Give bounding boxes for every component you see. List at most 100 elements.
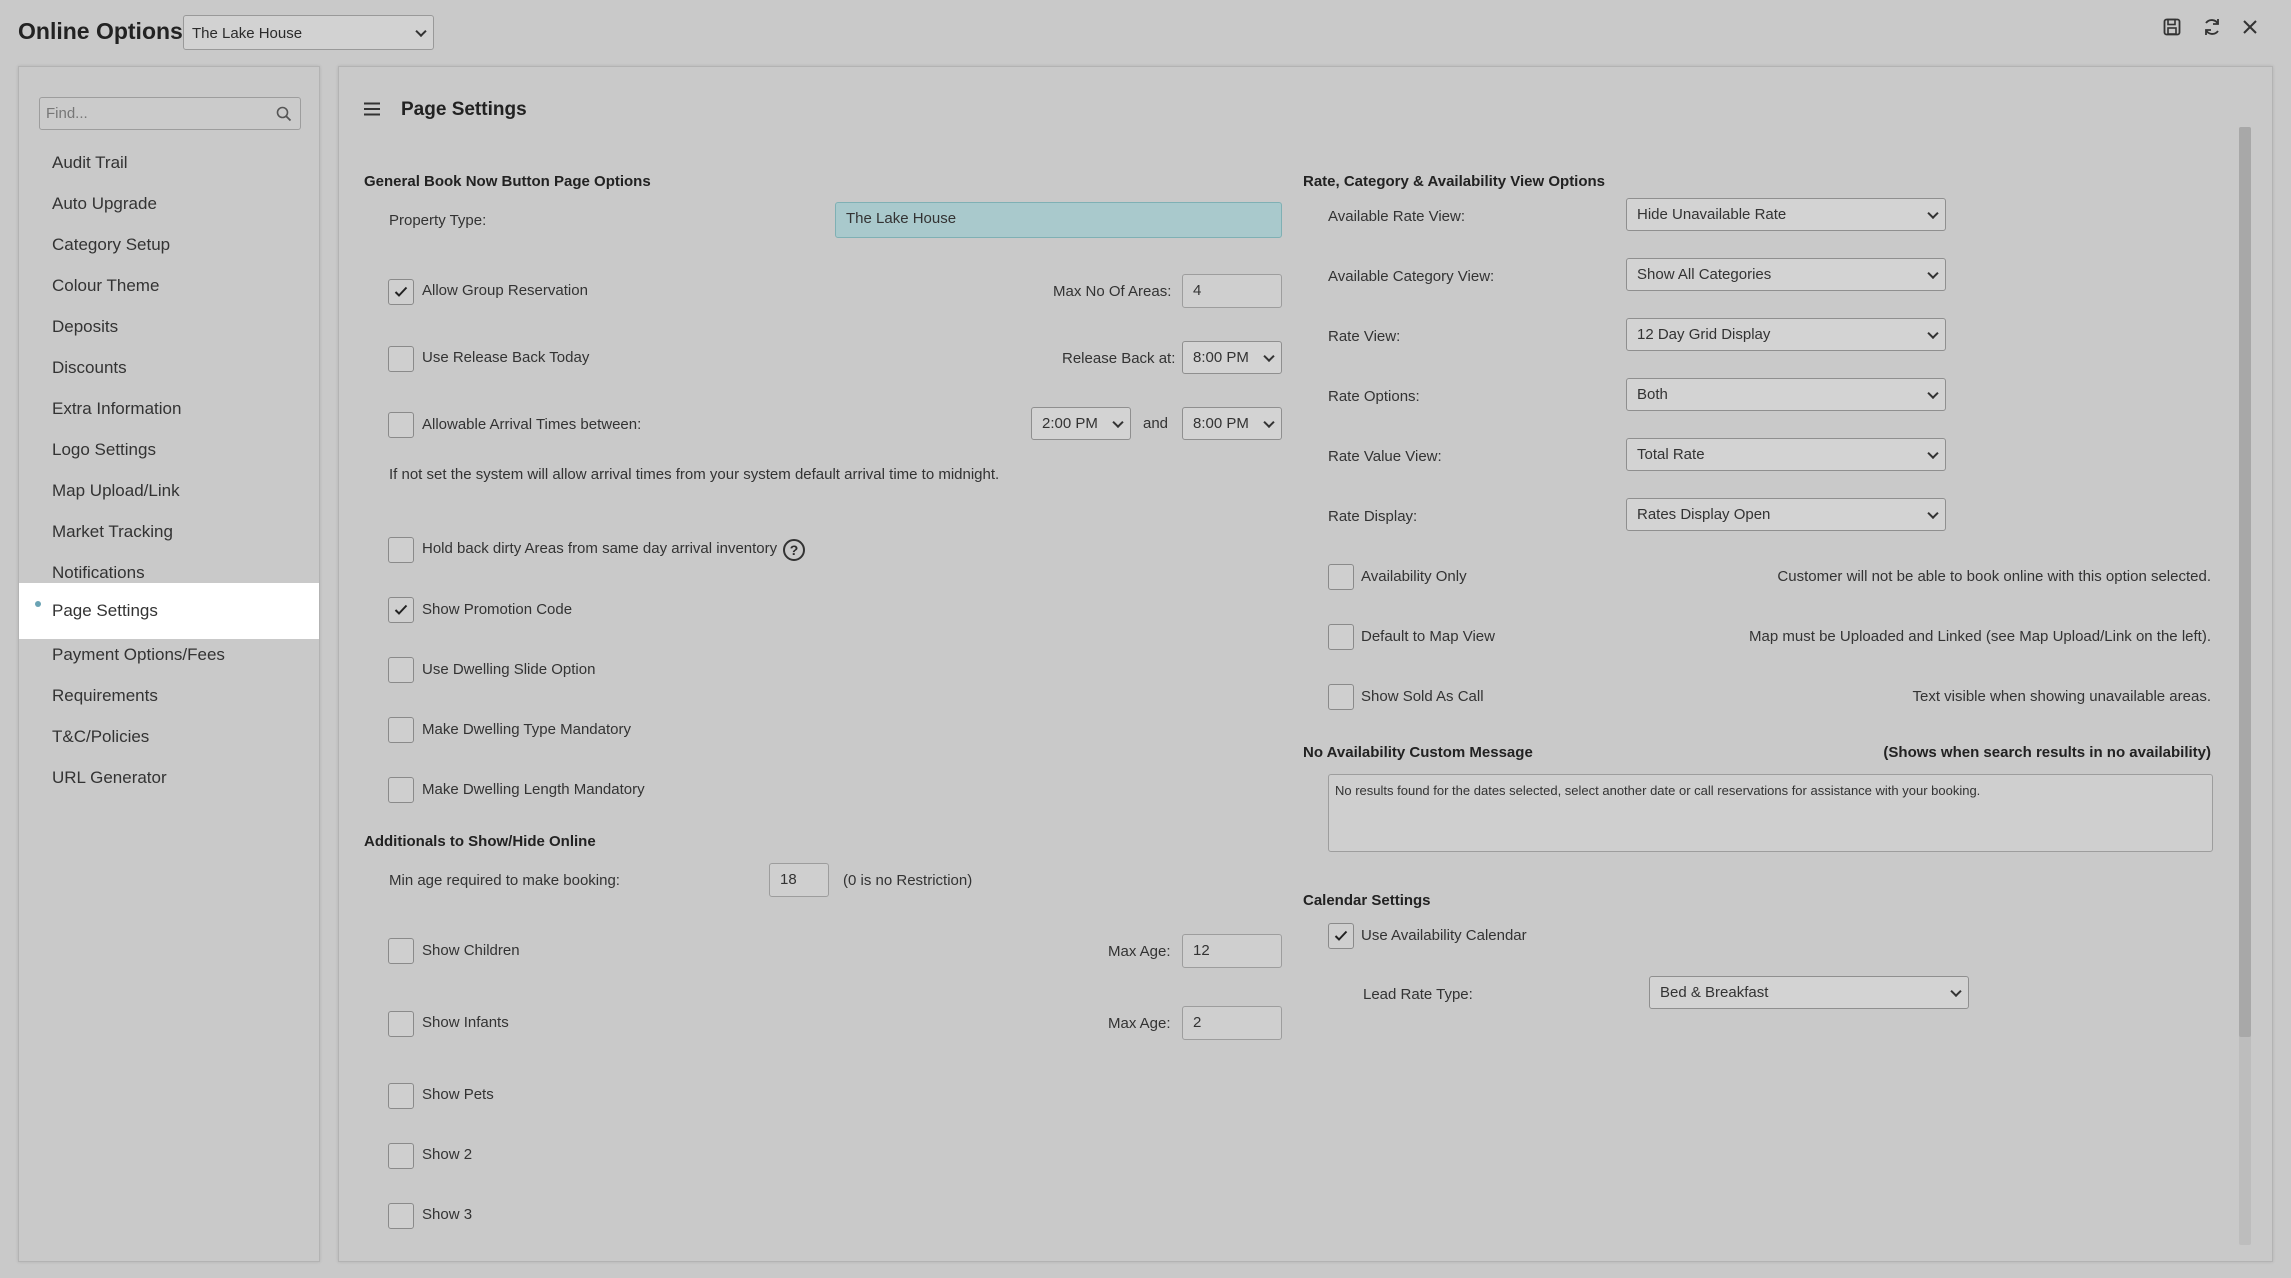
max-areas-input[interactable]: 4 bbox=[1182, 274, 1282, 308]
rate-options-value: Both bbox=[1637, 386, 1668, 403]
promo-code-checkbox[interactable] bbox=[388, 597, 414, 623]
search-box[interactable] bbox=[39, 97, 301, 130]
menu-icon[interactable] bbox=[364, 102, 380, 121]
sold-call-note: Text visible when showing unavailable ar… bbox=[1912, 688, 2211, 705]
release-back-checkbox[interactable] bbox=[388, 346, 414, 372]
release-back-at-select[interactable]: 8:00 PM bbox=[1182, 341, 1282, 374]
chevron-down-icon bbox=[1927, 207, 1939, 219]
dwelling-type-label: Make Dwelling Type Mandatory bbox=[422, 721, 631, 738]
show-pets-checkbox[interactable] bbox=[388, 1083, 414, 1109]
arrival-from-select[interactable]: 2:00 PM bbox=[1031, 407, 1131, 440]
infants-max-age-input[interactable]: 2 bbox=[1182, 1006, 1282, 1040]
sold-call-label: Show Sold As Call bbox=[1361, 688, 1484, 705]
show-children-label: Show Children bbox=[422, 942, 520, 959]
search-icon[interactable] bbox=[276, 106, 292, 127]
map-view-note: Map must be Uploaded and Linked (see Map… bbox=[1749, 628, 2211, 645]
rate-display-select[interactable]: Rates Display Open bbox=[1626, 498, 1946, 531]
show-infants-checkbox[interactable] bbox=[388, 1011, 414, 1037]
rate-view-value: 12 Day Grid Display bbox=[1637, 326, 1771, 343]
available-category-value: Show All Categories bbox=[1637, 266, 1772, 283]
min-age-input[interactable]: 18 bbox=[769, 863, 829, 897]
available-rate-value: Hide Unavailable Rate bbox=[1637, 206, 1787, 223]
sidebar-item-discounts[interactable]: Discounts bbox=[19, 347, 319, 388]
show-3-checkbox[interactable] bbox=[388, 1203, 414, 1229]
page-title: Page Settings bbox=[401, 99, 527, 120]
rate-options-select[interactable]: Both bbox=[1626, 378, 1946, 411]
sidebar-item-payment-options[interactable]: Payment Options/Fees bbox=[19, 634, 319, 675]
availability-only-note: Customer will not be able to book online… bbox=[1777, 568, 2211, 585]
children-max-age-input[interactable]: 12 bbox=[1182, 934, 1282, 968]
chevron-down-icon bbox=[1927, 267, 1939, 279]
chevron-down-icon bbox=[1927, 387, 1939, 399]
chevron-down-icon bbox=[415, 25, 427, 37]
allow-group-checkbox[interactable] bbox=[388, 279, 414, 305]
arrival-times-label: Allowable Arrival Times between: bbox=[422, 416, 642, 433]
map-view-label: Default to Map View bbox=[1361, 628, 1495, 645]
help-icon[interactable]: ? bbox=[783, 539, 805, 561]
arrival-times-checkbox[interactable] bbox=[388, 412, 414, 438]
show-2-checkbox[interactable] bbox=[388, 1143, 414, 1169]
dwelling-length-label: Make Dwelling Length Mandatory bbox=[422, 781, 645, 798]
rate-value-view-label: Rate Value View: bbox=[1328, 448, 1442, 465]
no-availability-message[interactable]: No results found for the dates selected,… bbox=[1328, 774, 2213, 852]
sold-call-checkbox[interactable] bbox=[1328, 684, 1354, 710]
available-category-label: Available Category View: bbox=[1328, 268, 1495, 285]
sidebar-item-deposits[interactable]: Deposits bbox=[19, 306, 319, 347]
sidebar-item-tc-policies[interactable]: T&C/Policies bbox=[19, 716, 319, 757]
dwelling-slide-checkbox[interactable] bbox=[388, 657, 414, 683]
scrollbar[interactable] bbox=[2239, 127, 2251, 1245]
rate-view-select[interactable]: 12 Day Grid Display bbox=[1626, 318, 1946, 351]
available-rate-select[interactable]: Hide Unavailable Rate bbox=[1626, 198, 1946, 231]
close-icon[interactable] bbox=[2239, 16, 2261, 38]
lead-rate-label: Lead Rate Type: bbox=[1363, 986, 1473, 1003]
search-input[interactable] bbox=[40, 98, 260, 129]
no-availability-note: (Shows when search results in no availab… bbox=[1883, 744, 2211, 761]
rate-display-label: Rate Display: bbox=[1328, 508, 1418, 525]
sidebar-item-extra-information[interactable]: Extra Information bbox=[19, 388, 319, 429]
property-type-label: Property Type: bbox=[389, 212, 487, 229]
availability-only-checkbox[interactable] bbox=[1328, 564, 1354, 590]
show-pets-label: Show Pets bbox=[422, 1086, 494, 1103]
property-type-field[interactable]: The Lake House bbox=[835, 202, 1282, 238]
arrival-to-value: 8:00 PM bbox=[1193, 415, 1249, 432]
chevron-down-icon bbox=[1263, 350, 1275, 362]
sidebar-item-audit-trail[interactable]: Audit Trail bbox=[19, 142, 319, 183]
sidebar-item-colour-theme[interactable]: Colour Theme bbox=[19, 265, 319, 306]
sidebar-item-market-tracking[interactable]: Market Tracking bbox=[19, 511, 319, 552]
show-children-checkbox[interactable] bbox=[388, 938, 414, 964]
main-panel: Page Settings General Book Now Button Pa… bbox=[338, 66, 2273, 1262]
dwelling-length-checkbox[interactable] bbox=[388, 777, 414, 803]
min-age-note: (0 is no Restriction) bbox=[843, 872, 973, 889]
save-icon[interactable] bbox=[2161, 16, 2183, 38]
use-calendar-label: Use Availability Calendar bbox=[1361, 927, 1527, 944]
map-view-checkbox[interactable] bbox=[1328, 624, 1354, 650]
max-areas-label: Max No Of Areas: bbox=[1053, 283, 1172, 300]
checkmark-icon bbox=[394, 604, 408, 615]
release-back-at-label: Release Back at: bbox=[1062, 350, 1176, 367]
children-max-age-label: Max Age: bbox=[1108, 943, 1171, 960]
property-select[interactable]: The Lake House bbox=[183, 15, 434, 50]
general-section-title: General Book Now Button Page Options bbox=[364, 173, 651, 190]
sidebar-item-page-settings[interactable]: Page Settings bbox=[19, 583, 319, 639]
dwelling-type-checkbox[interactable] bbox=[388, 717, 414, 743]
infants-max-age-label: Max Age: bbox=[1108, 1015, 1171, 1032]
sidebar-item-logo-settings[interactable]: Logo Settings bbox=[19, 429, 319, 470]
sidebar-item-auto-upgrade[interactable]: Auto Upgrade bbox=[19, 183, 319, 224]
show-infants-label: Show Infants bbox=[422, 1014, 509, 1031]
scrollbar-thumb[interactable] bbox=[2239, 127, 2251, 1037]
sidebar-item-category-setup[interactable]: Category Setup bbox=[19, 224, 319, 265]
available-category-select[interactable]: Show All Categories bbox=[1626, 258, 1946, 291]
property-select-value: The Lake House bbox=[192, 25, 303, 42]
rate-value-view-select[interactable]: Total Rate bbox=[1626, 438, 1946, 471]
use-calendar-checkbox[interactable] bbox=[1328, 923, 1354, 949]
allow-group-label: Allow Group Reservation bbox=[422, 282, 588, 299]
sidebar-item-requirements[interactable]: Requirements bbox=[19, 675, 319, 716]
chevron-down-icon bbox=[1950, 985, 1962, 997]
refresh-icon[interactable] bbox=[2201, 16, 2223, 38]
arrival-to-select[interactable]: 8:00 PM bbox=[1182, 407, 1282, 440]
sidebar-item-url-generator[interactable]: URL Generator bbox=[19, 757, 319, 798]
no-availability-title: No Availability Custom Message bbox=[1303, 744, 1533, 761]
lead-rate-select[interactable]: Bed & Breakfast bbox=[1649, 976, 1969, 1009]
hold-back-checkbox[interactable] bbox=[388, 537, 414, 563]
sidebar-item-map-upload-link[interactable]: Map Upload/Link bbox=[19, 470, 319, 511]
